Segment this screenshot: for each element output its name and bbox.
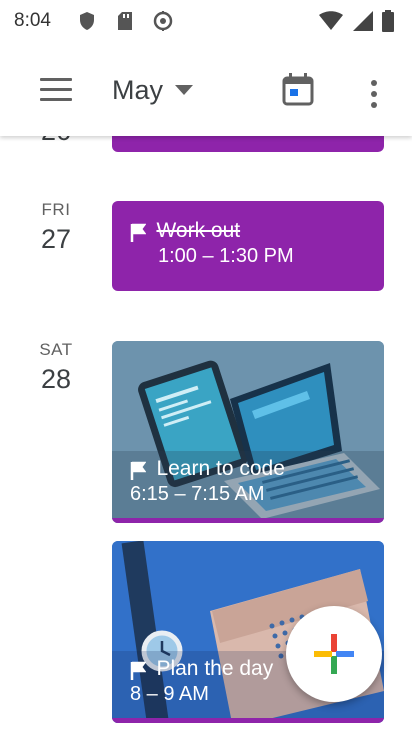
battery-icon [380,9,396,33]
sync-icon [152,9,174,33]
event-title: Plan the day [156,657,274,680]
flag-icon [130,461,146,480]
event-title: Learn to code [156,457,285,480]
event-time: 1:00 – 1:30 PM [158,245,294,267]
status-time: 8:04 [14,10,51,31]
sd-card-icon [114,9,136,33]
hamburger-menu-icon [40,78,72,81]
day-header-sat: SAT 28 [30,340,82,395]
signal-icon [352,9,374,33]
event-work-out[interactable]: Work out 1:00 – 1:30 PM [112,201,384,291]
wifi-icon [318,9,344,33]
month-label: May [112,74,164,105]
status-bar: 8:04 [0,0,412,44]
event-time: 8 – 9 AM [130,683,209,705]
calendar-screen: 8:04 May FRI 27 Work out 1:00 – 1:30 PM … [0,0,412,732]
more-vert-icon [371,80,377,86]
more-vert-dot [371,102,377,108]
hamburger-line [40,98,72,101]
day-number: 27 [40,224,72,254]
more-vert-dot [371,91,377,97]
flag-icon [130,661,146,680]
event-learn-to-code[interactable]: Learn to code 6:15 – 7:15 AM [112,341,384,523]
today-button[interactable] [280,72,320,112]
day-of-week: FRI [41,200,71,219]
flag-icon [130,223,146,242]
create-event-fab[interactable] [286,606,382,702]
menu-button[interactable] [28,74,72,108]
hamburger-line [40,88,72,91]
day-header-fri: FRI 27 [30,200,82,255]
event-color-strip [112,518,384,523]
day-of-week: SAT [39,340,73,359]
day-number: 28 [40,364,72,394]
calendar-today-icon [282,73,314,106]
event-color-strip [112,718,384,723]
app-bar: May [0,44,412,136]
more-options-button[interactable] [354,72,394,116]
shield-icon [76,9,98,33]
event-time: 6:15 – 7:15 AM [130,483,265,505]
chevron-down-icon [175,85,194,95]
event-title: Work out [156,219,241,242]
plus-icon [314,634,354,674]
month-selector[interactable]: May [112,68,194,112]
